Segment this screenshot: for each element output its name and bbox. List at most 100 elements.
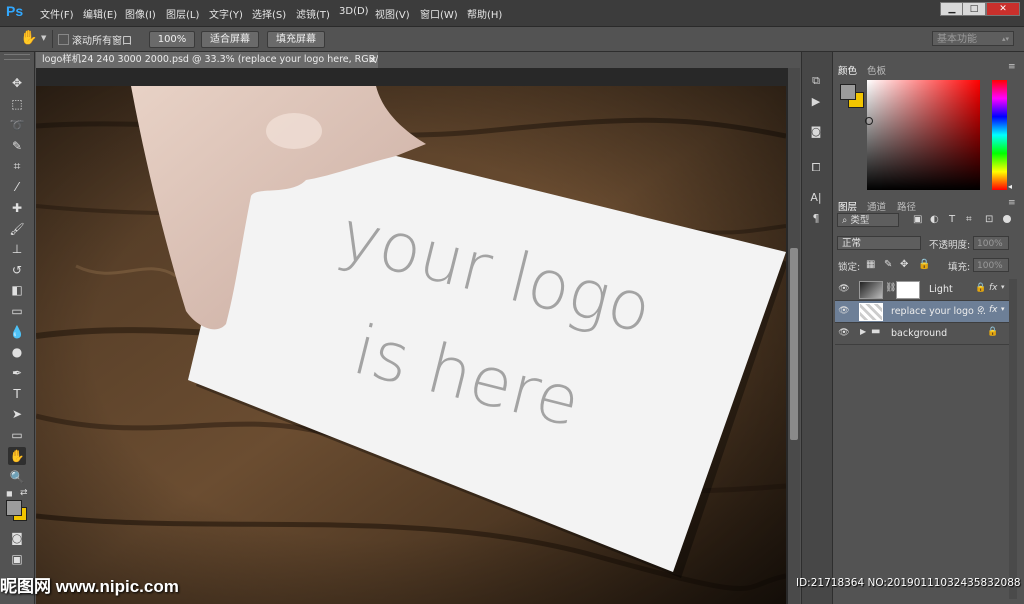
- fit-screen-button[interactable]: 适合屏幕: [201, 31, 259, 48]
- menu-select[interactable]: 选择(S): [252, 6, 286, 21]
- tab-paths[interactable]: 路径: [897, 199, 916, 213]
- menu-3d[interactable]: 3D(D): [339, 6, 369, 17]
- lock-transparency-icon[interactable]: ▦: [866, 259, 875, 270]
- filter-pixel-icon[interactable]: ▣: [913, 214, 922, 225]
- lock-all-icon[interactable]: 🔒: [918, 259, 930, 270]
- tool-preset-chevron-icon[interactable]: ▼: [41, 34, 46, 42]
- fx-icon[interactable]: fx: [989, 283, 998, 293]
- tab-layers[interactable]: 图层: [838, 199, 857, 213]
- eraser-tool-icon[interactable]: ◧: [8, 281, 26, 299]
- marquee-tool-icon[interactable]: ⬚: [8, 95, 26, 113]
- layer-filter-select[interactable]: ⌕ 类型: [837, 213, 899, 227]
- hue-slider-handle[interactable]: ◂: [1008, 182, 1012, 191]
- swap-colors-icon[interactable]: ⇄: [20, 488, 28, 498]
- foreground-color-swatch[interactable]: [6, 500, 22, 516]
- type-tool-icon[interactable]: T: [8, 385, 26, 403]
- expand-arrow-icon[interactable]: ▶: [860, 327, 866, 336]
- hand-tool-icon[interactable]: ✋: [8, 447, 26, 465]
- gradient-tool-icon[interactable]: ▭: [8, 302, 26, 320]
- layer-row-background[interactable]: 👁 ▶ ▬ background 🔒: [835, 323, 1009, 345]
- tab-swatches[interactable]: 色板: [867, 63, 886, 77]
- fill-input[interactable]: 100%: [973, 258, 1009, 272]
- properties-panel-icon[interactable]: ⧠: [807, 160, 825, 176]
- filter-adjustment-icon[interactable]: ◐: [930, 214, 939, 225]
- brush-tool-icon[interactable]: 🖌: [8, 220, 26, 238]
- eyedropper-tool-icon[interactable]: ⁄: [8, 178, 26, 196]
- menu-file[interactable]: 文件(F): [40, 6, 74, 21]
- canvas-scroll-thumb[interactable]: [790, 248, 798, 440]
- menu-help[interactable]: 帮助(H): [467, 6, 502, 21]
- filter-smart-object-icon[interactable]: ⊡: [985, 214, 993, 225]
- pen-tool-icon[interactable]: ✒: [8, 364, 26, 382]
- quick-select-tool-icon[interactable]: ✎: [8, 137, 26, 155]
- history-brush-tool-icon[interactable]: ↺: [8, 261, 26, 279]
- color-picker-marker[interactable]: [865, 117, 873, 125]
- screen-mode-icon[interactable]: ▣: [8, 550, 26, 568]
- blend-mode-select[interactable]: 正常: [837, 236, 921, 250]
- close-button[interactable]: ✕: [986, 2, 1020, 16]
- chevron-down-icon[interactable]: ▾: [1001, 283, 1005, 291]
- smart-object-thumbnail: [859, 303, 883, 321]
- menu-window[interactable]: 窗口(W): [420, 6, 458, 21]
- document-tab[interactable]: logo样机24 240 3000 2000.psd @ 33.3% (repl…: [36, 52, 378, 68]
- layer-row-light[interactable]: 👁 ⛓ Light 🔒 fx ▾: [835, 279, 1009, 301]
- fx-icon[interactable]: fx: [989, 305, 998, 315]
- menu-filter[interactable]: 滤镜(T): [296, 6, 330, 21]
- move-tool-icon[interactable]: ✥: [8, 74, 26, 92]
- maximize-button[interactable]: □: [962, 2, 986, 16]
- zoom-100-button[interactable]: 100%: [149, 31, 195, 48]
- filter-shape-icon[interactable]: ⌗: [966, 214, 972, 225]
- close-tab-icon[interactable]: ×: [368, 53, 377, 66]
- panel-menu-icon[interactable]: ≡: [1008, 62, 1016, 72]
- visibility-eye-icon[interactable]: 👁: [838, 328, 850, 338]
- document-tab-title: logo样机24 240 3000 2000.psd @ 33.3% (repl…: [42, 54, 378, 65]
- character-panel-icon[interactable]: A|: [807, 190, 825, 206]
- zoom-tool-icon[interactable]: 🔍: [8, 468, 26, 486]
- tab-channels[interactable]: 通道: [867, 199, 886, 213]
- layer-row-replace-logo[interactable]: 👁 replace your logo ... ⊘ fx ▾: [835, 301, 1009, 323]
- menu-image[interactable]: 图像(I): [125, 6, 156, 21]
- menu-type[interactable]: 文字(Y): [209, 6, 243, 21]
- visibility-eye-icon[interactable]: 👁: [838, 284, 850, 294]
- document-canvas[interactable]: your logo is here: [36, 86, 786, 604]
- layers-panel-menu-icon[interactable]: ≡: [1008, 198, 1016, 208]
- workspace-select[interactable]: 基本功能 ▴▾: [932, 31, 1014, 46]
- panel-grip[interactable]: [4, 54, 30, 60]
- history-panel-icon[interactable]: ⧉: [807, 73, 825, 89]
- layers-scrollbar[interactable]: [1009, 279, 1017, 599]
- hue-slider[interactable]: [992, 80, 1007, 190]
- lock-position-icon[interactable]: ✥: [900, 259, 908, 270]
- tab-color[interactable]: 颜色: [838, 63, 857, 77]
- color-foreground-swatch[interactable]: [840, 84, 856, 100]
- actions-panel-icon[interactable]: ▶: [807, 94, 825, 110]
- menu-layer[interactable]: 图层(L): [166, 6, 199, 21]
- paragraph-panel-icon[interactable]: ¶: [807, 211, 825, 227]
- scroll-all-checkbox[interactable]: [58, 34, 69, 45]
- opacity-input[interactable]: 100%: [973, 236, 1009, 250]
- layer-thumbnail: [859, 281, 883, 299]
- color-picker-field[interactable]: [867, 80, 980, 190]
- default-colors-icon[interactable]: ◼: [6, 489, 13, 498]
- visibility-eye-icon[interactable]: 👁: [838, 306, 850, 316]
- layer-name: Light: [929, 284, 953, 295]
- lasso-tool-icon[interactable]: ➰: [8, 116, 26, 134]
- rectangle-tool-icon[interactable]: ▭: [8, 426, 26, 444]
- filter-type-icon[interactable]: T: [949, 214, 955, 225]
- blur-tool-icon[interactable]: 💧: [8, 323, 26, 341]
- filter-toggle-icon[interactable]: [1003, 215, 1011, 223]
- menu-view[interactable]: 视图(V): [375, 6, 410, 21]
- healing-brush-tool-icon[interactable]: ✚: [8, 199, 26, 217]
- id-stamp: ID:21718364 NO:20190111032435832088: [796, 577, 1021, 589]
- quick-mask-icon[interactable]: ◙: [8, 529, 26, 547]
- fill-screen-button[interactable]: 填充屏幕: [267, 31, 325, 48]
- crop-tool-icon[interactable]: ⌗: [8, 157, 26, 175]
- path-select-tool-icon[interactable]: ➤: [8, 405, 26, 423]
- hand-tool-icon[interactable]: ✋: [20, 30, 37, 46]
- dodge-tool-icon[interactable]: ●: [8, 343, 26, 361]
- chevron-down-icon[interactable]: ▾: [1001, 305, 1005, 313]
- lock-pixels-icon[interactable]: ✎: [884, 259, 892, 270]
- menu-edit[interactable]: 编辑(E): [83, 6, 117, 21]
- clone-stamp-tool-icon[interactable]: ⊥: [8, 240, 26, 258]
- adjustments-panel-icon[interactable]: ◙: [807, 124, 825, 140]
- minimize-button[interactable]: ▁: [940, 2, 964, 16]
